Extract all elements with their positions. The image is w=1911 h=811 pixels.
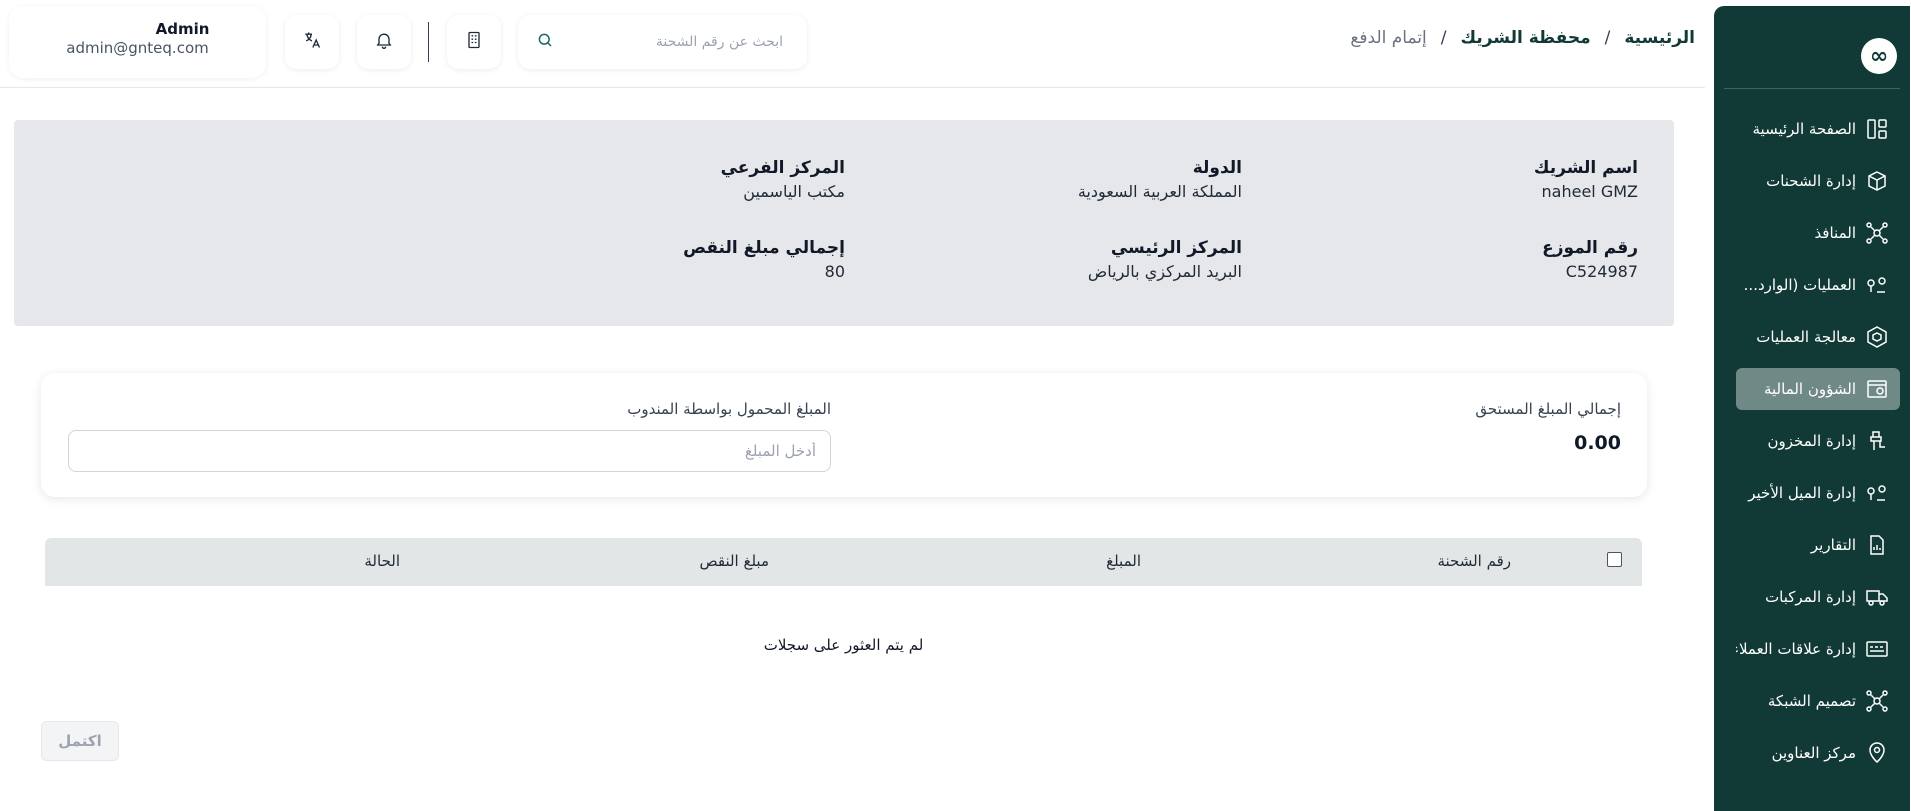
box-icon: [1864, 168, 1890, 194]
breadcrumb-wallet[interactable]: محفظة الشريك: [1461, 28, 1591, 48]
sidebar: ∞ الصفحة الرئيسية إدارة الشحنات المنافذ …: [1714, 6, 1910, 811]
sidebar-item-vehicles[interactable]: إدارة المركبات: [1736, 576, 1900, 618]
sidebar-item-finance[interactable]: الشؤون المالية: [1736, 368, 1900, 410]
sidebar-item-shipments[interactable]: إدارة الشحنات: [1736, 160, 1900, 202]
sidebar-item-reports[interactable]: التقارير: [1736, 524, 1900, 566]
truck-icon: [1864, 584, 1890, 610]
table-header: رقم الشحنة المبلغ مبلغ النقص الحالة: [45, 538, 1642, 586]
main-center-label: المركز الرئيسي: [1110, 238, 1242, 258]
translate-icon: [302, 30, 322, 54]
distributor-value: C524987: [1565, 262, 1638, 281]
breadcrumb-home[interactable]: الرئيسية: [1624, 28, 1695, 48]
sidebar-item-label: المنافذ: [1814, 224, 1856, 242]
search-bar: [518, 15, 807, 69]
sidebar-item-network-design[interactable]: تصميم الشبكة: [1736, 680, 1900, 722]
user-card[interactable]: Admin admin@gnteq.com: [9, 6, 266, 78]
search-input[interactable]: [554, 34, 793, 50]
sidebar-item-last-mile[interactable]: إدارة الميل الأخير: [1736, 472, 1900, 514]
network-design-icon: [1864, 688, 1890, 714]
location-icon: [1864, 740, 1890, 766]
dashboard-icon: [1864, 116, 1890, 142]
sidebar-item-label: إدارة علاقات العملاء: [1736, 640, 1856, 658]
topbar-divider: [428, 22, 429, 62]
sidebar-item-label: الصفحة الرئيسية: [1752, 120, 1857, 138]
sidebar-item-crm[interactable]: إدارة علاقات العملاء: [1736, 628, 1900, 670]
sidebar-item-label: تصميم الشبكة: [1767, 692, 1856, 710]
branch-label: المركز الفرعي: [720, 158, 845, 178]
inventory-icon: [1864, 428, 1890, 454]
shortage-value: 80: [824, 262, 845, 281]
sidebar-item-label: التقارير: [1810, 536, 1856, 554]
user-email: admin@gnteq.com: [66, 39, 209, 57]
user-name: Admin: [155, 20, 210, 38]
partner-name-label: اسم الشريك: [1533, 158, 1638, 178]
logo[interactable]: ∞: [1861, 38, 1897, 74]
partner-info-panel: اسم الشريك naheel GMZ الدولة المملكة الع…: [14, 120, 1674, 326]
carried-amount-label: المبلغ المحمول بواسطة المندوب: [627, 400, 831, 418]
select-all-checkbox[interactable]: [1607, 552, 1622, 567]
route-icon: [1864, 272, 1890, 298]
sidebar-item-label: العمليات (الوارد...: [1743, 276, 1856, 294]
breadcrumb: الرئيسية / محفظة الشريك / إتمام الدفع: [1350, 28, 1695, 48]
sidebar-item-label: إدارة المخزون: [1767, 432, 1856, 450]
complete-button[interactable]: اكتمل: [41, 721, 119, 761]
sidebar-item-inventory[interactable]: إدارة المخزون: [1736, 420, 1900, 462]
sidebar-item-label: معالجة العمليات: [1756, 328, 1856, 346]
table-body: لم يتم العثور على سجلات: [45, 586, 1642, 700]
partner-name-field: اسم الشريك naheel GMZ: [1534, 158, 1638, 201]
last-mile-icon: [1864, 480, 1890, 506]
search-icon[interactable]: [536, 31, 554, 53]
country-label: الدولة: [1192, 158, 1242, 178]
report-icon: [1864, 532, 1890, 558]
sidebar-item-label: إدارة المركبات: [1765, 588, 1856, 606]
breadcrumb-separator: /: [1440, 28, 1447, 48]
column-amount[interactable]: المبلغ: [1106, 552, 1141, 570]
package-icon: [1864, 324, 1890, 350]
carried-amount-input[interactable]: [68, 430, 831, 472]
total-due-value: 0.00: [1574, 432, 1621, 454]
distributor-label: رقم الموزع: [1542, 238, 1638, 258]
sidebar-nav: الصفحة الرئيسية إدارة الشحنات المنافذ ال…: [1736, 108, 1900, 784]
branch-field: المركز الفرعي مكتب الياسمين: [721, 158, 845, 201]
partner-name-value: naheel GMZ: [1541, 182, 1638, 201]
bell-icon: [374, 30, 394, 54]
shortage-label: إجمالي مبلغ النقص: [683, 238, 845, 258]
empty-state-message: لم يتم العثور على سجلات: [763, 636, 924, 654]
sidebar-item-ports[interactable]: المنافذ: [1736, 212, 1900, 254]
network-icon: [1864, 220, 1890, 246]
sidebar-item-processing[interactable]: معالجة العمليات: [1736, 316, 1900, 358]
shortage-field: إجمالي مبلغ النقص 80: [683, 238, 845, 281]
sidebar-item-label: إدارة الميل الأخير: [1748, 484, 1856, 502]
breadcrumb-separator: /: [1604, 28, 1611, 48]
distributor-field: رقم الموزع C524987: [1542, 238, 1638, 281]
country-field: الدولة المملكة العربية السعودية: [1078, 158, 1242, 201]
finance-icon: [1864, 376, 1890, 402]
sidebar-divider: [1724, 88, 1900, 89]
sidebar-item-label: مركز العناوين: [1771, 744, 1856, 762]
sidebar-item-dashboard[interactable]: الصفحة الرئيسية: [1736, 108, 1900, 150]
notifications-button[interactable]: [357, 15, 411, 69]
column-shipment-number[interactable]: رقم الشحنة: [1437, 552, 1511, 570]
language-button[interactable]: [285, 15, 339, 69]
sidebar-item-operations[interactable]: العمليات (الوارد...: [1736, 264, 1900, 306]
column-shortage-amount[interactable]: مبلغ النقص: [699, 552, 769, 570]
column-status[interactable]: الحالة: [364, 552, 400, 570]
main-center-field: المركز الرئيسي البريد المركزي بالرياض: [1088, 238, 1242, 281]
total-due-label: إجمالي المبلغ المستحق: [1475, 400, 1621, 418]
sidebar-item-label: الشؤون المالية: [1763, 380, 1856, 398]
breadcrumb-current: إتمام الدفع: [1350, 28, 1427, 48]
crm-icon: [1864, 636, 1890, 662]
main-center-value: البريد المركزي بالرياض: [1087, 262, 1242, 281]
country-value: المملكة العربية السعودية: [1077, 182, 1242, 201]
sidebar-item-addresses[interactable]: مركز العناوين: [1736, 732, 1900, 774]
topbar-divider-line: [0, 87, 1705, 88]
sidebar-item-label: إدارة الشحنات: [1766, 172, 1856, 190]
building-icon: [464, 30, 484, 54]
amount-card: إجمالي المبلغ المستحق 0.00 المبلغ المحمو…: [41, 373, 1647, 497]
branch-value: مكتب الياسمين: [743, 182, 845, 201]
organization-button[interactable]: [447, 15, 501, 69]
